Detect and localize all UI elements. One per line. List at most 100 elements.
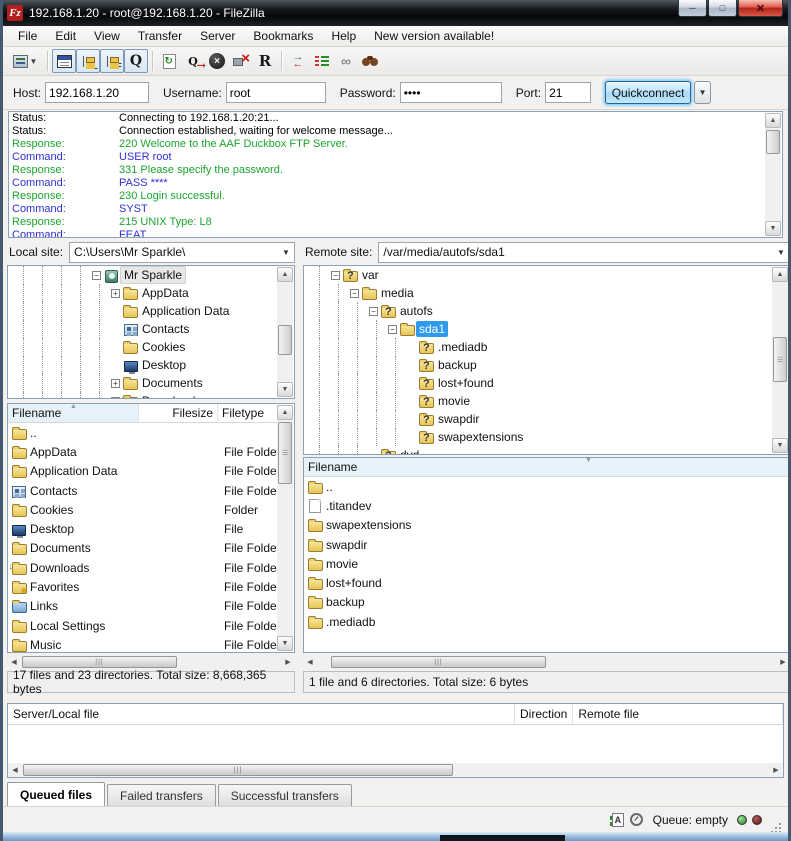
vertical-splitter[interactable] <box>295 240 303 696</box>
tree-item[interactable]: −var <box>304 266 789 284</box>
scrollbar-thumb[interactable]: ☰ <box>278 422 292 484</box>
host-input[interactable] <box>45 82 149 103</box>
tree-item[interactable]: lost+found <box>304 374 789 392</box>
disconnect-button[interactable] <box>229 49 253 73</box>
tree-item[interactable]: Cookies <box>8 338 294 356</box>
menu-bookmarks[interactable]: Bookmarks <box>244 26 322 46</box>
file-row[interactable]: .titandev <box>304 496 789 515</box>
scroll-up-icon[interactable]: ▲ <box>765 113 781 128</box>
title-bar[interactable]: Fz 192.168.1.20 - root@192.168.1.20 - Fi… <box>0 0 791 26</box>
remote-site-combo[interactable]: /var/media/autofs/sda1 ▼ <box>378 242 790 263</box>
tree-item[interactable]: .mediadb <box>304 338 789 356</box>
scrollbar-thumb[interactable]: ||| <box>331 656 546 668</box>
file-row[interactable]: lost+found <box>304 573 789 592</box>
column-header-direction[interactable]: Direction <box>515 704 573 724</box>
file-row[interactable]: LinksFile Folder <box>8 597 280 616</box>
site-manager-button[interactable]: ▼ <box>7 49 43 73</box>
find-files-button[interactable] <box>358 49 382 73</box>
tab-successful-transfers[interactable]: Successful transfers <box>218 784 352 806</box>
file-row[interactable]: ContactsFile Folder <box>8 481 280 500</box>
file-row[interactable]: swapextensions <box>304 516 789 535</box>
tree-item[interactable]: −sda1 <box>304 320 789 338</box>
scroll-left-icon[interactable]: ◀ <box>8 763 22 777</box>
toggle-queue-button[interactable]: Q <box>124 49 148 73</box>
file-row[interactable]: movie <box>304 554 789 573</box>
file-row[interactable]: MusicFile Folder <box>8 635 280 653</box>
tree-item[interactable]: −autofs <box>304 302 789 320</box>
menu-view[interactable]: View <box>85 26 129 46</box>
menu-help[interactable]: Help <box>322 26 365 46</box>
toggle-message-log-button[interactable] <box>52 49 76 73</box>
scroll-right-icon[interactable]: ▶ <box>769 763 783 777</box>
tree-item[interactable]: backup <box>304 356 789 374</box>
speed-limits-icon[interactable] <box>630 813 643 826</box>
file-row[interactable]: .mediadb <box>304 612 789 631</box>
queue-hscrollbar[interactable]: ◀ ||| ▶ <box>8 763 783 777</box>
scrollbar-thumb[interactable] <box>766 130 780 154</box>
file-row[interactable]: .. <box>304 477 789 496</box>
file-row[interactable]: CookiesFolder <box>8 500 280 519</box>
tree-item[interactable]: Desktop <box>8 356 294 374</box>
scroll-down-icon[interactable]: ▼ <box>277 636 293 651</box>
transfer-type-icon[interactable] <box>612 813 624 827</box>
process-queue-button[interactable]: Q <box>181 49 205 73</box>
password-input[interactable] <box>400 82 502 103</box>
scrollbar-thumb[interactable]: ||| <box>23 764 453 776</box>
expander-collapse-icon[interactable]: − <box>348 289 361 298</box>
scroll-up-icon[interactable]: ▲ <box>772 267 788 282</box>
menu-server[interactable]: Server <box>191 26 244 46</box>
minimize-button[interactable]: ─ <box>678 0 707 17</box>
local-list-scrollbar[interactable]: ▲ ☰ ▼ <box>277 405 293 651</box>
scroll-down-icon[interactable]: ▼ <box>277 382 293 397</box>
tree-item[interactable]: swapdir <box>304 410 789 428</box>
tree-item[interactable]: movie <box>304 392 789 410</box>
file-row[interactable]: swapdir <box>304 535 789 554</box>
expander-expand-icon[interactable]: + <box>109 379 122 388</box>
refresh-button[interactable] <box>157 49 181 73</box>
expander-collapse-icon[interactable]: − <box>329 271 342 280</box>
scroll-right-icon[interactable]: ▶ <box>776 655 790 669</box>
tree-item[interactable]: −Mr Sparkle <box>8 266 294 284</box>
file-row[interactable]: DownloadsFile Folder <box>8 558 280 577</box>
scroll-left-icon[interactable]: ◀ <box>303 655 317 669</box>
file-row[interactable]: AppDataFile Folder <box>8 442 280 461</box>
close-button[interactable]: ✕ <box>738 0 783 17</box>
expander-collapse-icon[interactable]: − <box>90 271 103 280</box>
scrollbar-thumb[interactable]: ☰ <box>773 337 787 382</box>
menu-new-version[interactable]: New version available! <box>365 26 503 46</box>
quickconnect-button[interactable]: Quickconnect <box>605 81 691 104</box>
menu-transfer[interactable]: Transfer <box>129 26 191 46</box>
username-input[interactable] <box>226 82 326 103</box>
tree-item[interactable]: swapextensions <box>304 428 789 446</box>
scrollbar-thumb[interactable] <box>278 325 292 355</box>
toggle-remote-tree-button[interactable]: F <box>100 49 124 73</box>
directory-comparison-button[interactable]: →← <box>286 49 310 73</box>
resize-grip[interactable] <box>770 814 782 826</box>
chevron-down-icon[interactable]: ▼ <box>773 243 789 262</box>
reconnect-button[interactable]: R <box>253 49 277 73</box>
chevron-down-icon[interactable]: ▼ <box>278 243 294 262</box>
menu-file[interactable]: File <box>9 26 46 46</box>
synchronized-browsing-button[interactable]: ∞ <box>334 49 358 73</box>
file-row[interactable]: FavoritesFile Folder <box>8 577 280 596</box>
expander-expand-icon[interactable]: + <box>109 289 122 298</box>
tree-item[interactable]: Contacts <box>8 320 294 338</box>
scroll-down-icon[interactable]: ▼ <box>765 221 781 236</box>
expander-collapse-icon[interactable]: − <box>386 325 399 334</box>
tab-failed-transfers[interactable]: Failed transfers <box>107 784 216 806</box>
scrollbar-thumb[interactable]: ||| <box>22 656 177 668</box>
column-header-filename[interactable]: Filename ▲ <box>8 404 139 422</box>
expander-collapse-icon[interactable]: − <box>367 307 380 316</box>
file-row[interactable]: Local SettingsFile Folder <box>8 616 280 635</box>
toggle-local-tree-button[interactable]: L <box>76 49 100 73</box>
local-site-combo[interactable]: C:\Users\Mr Sparkle\ ▼ <box>69 242 295 263</box>
scroll-up-icon[interactable]: ▲ <box>277 267 293 282</box>
tree-item[interactable]: Application Data <box>8 302 294 320</box>
port-input[interactable] <box>545 82 591 103</box>
scroll-down-icon[interactable]: ▼ <box>772 438 788 453</box>
scroll-left-icon[interactable]: ◀ <box>7 655 21 669</box>
cancel-button[interactable]: × <box>205 49 229 73</box>
column-header-server-local-file[interactable]: Server/Local file <box>8 704 515 724</box>
file-row[interactable]: DesktopFile <box>8 519 280 538</box>
scroll-right-icon[interactable]: ▶ <box>281 655 295 669</box>
